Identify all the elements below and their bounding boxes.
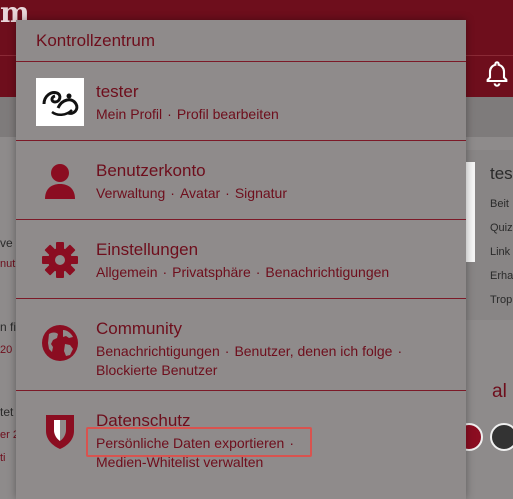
shield-icon [36, 407, 84, 455]
profile-username[interactable]: tester [96, 82, 139, 102]
highlight-box [86, 427, 312, 457]
my-profile-link[interactable]: Mein Profil [96, 106, 162, 122]
signature-link[interactable]: Signatur [235, 185, 287, 201]
link-separator: · [397, 343, 403, 359]
card-avatar-edge [466, 162, 475, 262]
color-option-dark[interactable] [490, 423, 513, 451]
account-management-link[interactable]: Verwaltung [96, 185, 165, 201]
general-settings-link[interactable]: Allgemein [96, 264, 157, 280]
notifications-settings-link[interactable]: Benachrichtigungen [265, 264, 389, 280]
card-stat: Quiz [490, 222, 513, 234]
left-content-fragments: ve nut n fi 20 tet er 2 ti [0, 150, 19, 490]
privacy-link[interactable]: Privatsphäre [172, 264, 251, 280]
menu-row-community: Community Benachrichtigungen · Benutzer, d… [16, 299, 466, 391]
menu-row-profile: tester Mein Profil · Profil bearbeiten [16, 62, 466, 141]
blocked-users-link[interactable]: Blockierte Benutzer [96, 362, 217, 378]
menu-row-account: Benutzerkonto Verwaltung · Avatar · Signatur [16, 141, 466, 220]
left-fragment: n fi [0, 320, 17, 334]
edit-profile-link[interactable]: Profil bearbeiten [177, 106, 279, 122]
link-separator: · [225, 185, 230, 201]
settings-title[interactable]: Einstellungen [96, 240, 198, 260]
avatar-logo-icon [42, 91, 79, 116]
link-separator: · [224, 343, 230, 359]
community-title[interactable]: Community [96, 319, 182, 339]
card-stat: Erha [490, 270, 513, 282]
control-center-dropdown: Kontrollzentrum tester Mein Profil · Profi… [16, 20, 466, 499]
left-fragment: tet [0, 405, 14, 419]
left-fragment: ti [0, 452, 6, 464]
account-title[interactable]: Benutzerkonto [96, 161, 206, 181]
card-stat: Trop [490, 294, 513, 306]
globe-icon [36, 319, 84, 367]
right-section: al [466, 335, 513, 402]
card-username: tes [490, 164, 513, 183]
following-link[interactable]: Benutzer, denen ich folge [234, 343, 392, 359]
avatar-link[interactable]: Avatar [180, 185, 220, 201]
user-info-card: tes Beit Quiz Link Erha Trop [466, 150, 513, 320]
gear-icon [36, 236, 84, 284]
left-fragment: 20 [0, 344, 13, 356]
bell-icon[interactable] [483, 60, 511, 88]
left-fragment: nut [0, 258, 16, 270]
left-fragment: ve [0, 236, 13, 250]
card-stat: Link [490, 246, 511, 258]
community-notifications-link[interactable]: Benachrichtigungen [96, 343, 220, 359]
link-separator: · [162, 264, 168, 280]
card-stat: Beit [490, 198, 509, 210]
avatar[interactable] [36, 78, 84, 126]
panel-title: Kontrollzentrum [16, 20, 466, 62]
link-separator: · [255, 264, 261, 280]
user-icon [36, 157, 84, 205]
link-separator: · [167, 106, 172, 122]
menu-row-settings: Einstellungen Allgemein · Privatsphäre · Ben… [16, 220, 466, 299]
right-section-heading: al [492, 381, 507, 402]
link-separator: · [170, 185, 175, 201]
